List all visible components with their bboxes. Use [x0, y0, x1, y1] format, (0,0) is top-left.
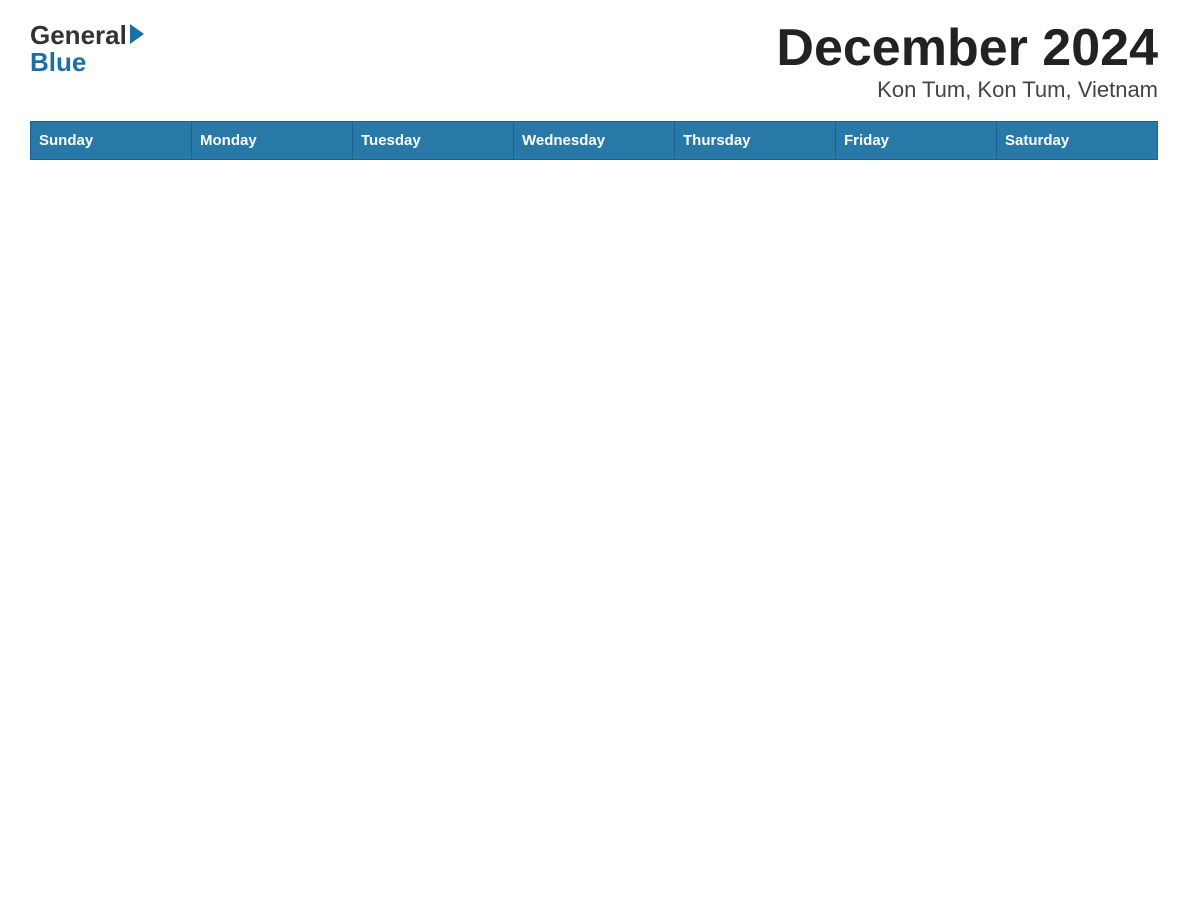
col-friday: Friday [836, 122, 997, 160]
calendar-subtitle: Kon Tum, Kon Tum, Vietnam [776, 77, 1158, 103]
logo-arrow-icon [130, 24, 144, 44]
logo: General Blue [30, 20, 144, 75]
calendar-table: Sunday Monday Tuesday Wednesday Thursday… [30, 121, 1158, 160]
logo-blue-text: Blue [30, 49, 144, 75]
calendar-title: December 2024 [776, 20, 1158, 77]
days-of-week-row: Sunday Monday Tuesday Wednesday Thursday… [31, 122, 1158, 160]
calendar-title-block: December 2024 Kon Tum, Kon Tum, Vietnam [776, 20, 1158, 103]
col-saturday: Saturday [997, 122, 1158, 160]
col-tuesday: Tuesday [353, 122, 514, 160]
col-thursday: Thursday [675, 122, 836, 160]
page-header: General Blue December 2024 Kon Tum, Kon … [30, 20, 1158, 103]
col-wednesday: Wednesday [514, 122, 675, 160]
calendar-header: Sunday Monday Tuesday Wednesday Thursday… [31, 122, 1158, 160]
col-monday: Monday [192, 122, 353, 160]
col-sunday: Sunday [31, 122, 192, 160]
